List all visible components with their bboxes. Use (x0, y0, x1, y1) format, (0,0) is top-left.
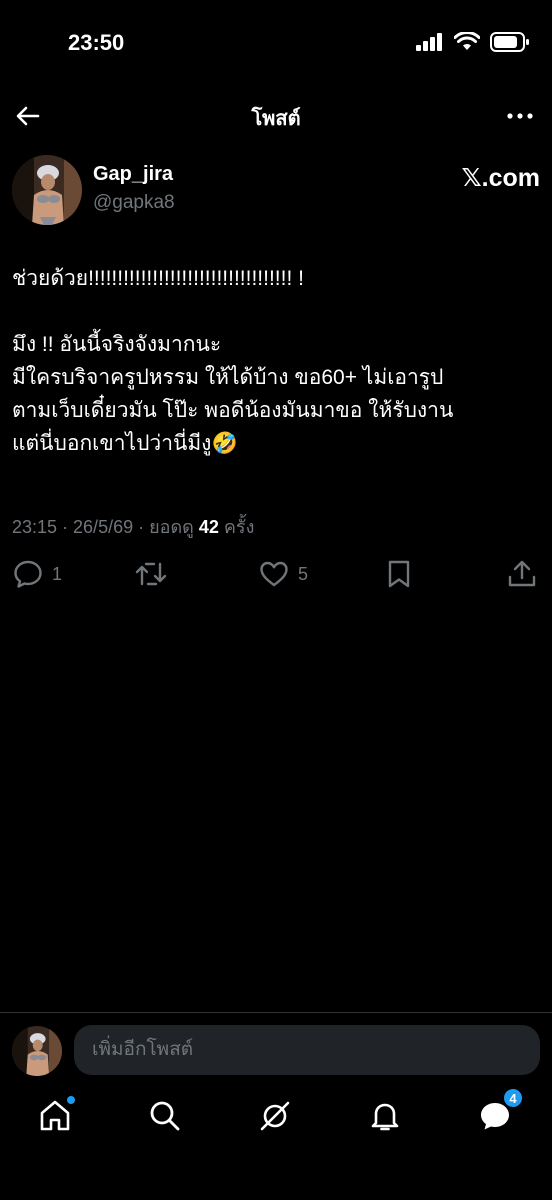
heart-icon (260, 561, 288, 587)
tab-notifications[interactable] (367, 1098, 403, 1134)
like-button[interactable]: 5 (258, 558, 308, 590)
divider (0, 1012, 552, 1013)
reply-icon (14, 560, 42, 588)
more-horizontal-icon (507, 113, 533, 119)
home-notification-dot (67, 1096, 75, 1104)
bookmark-button[interactable] (383, 558, 415, 590)
repost-icon (135, 562, 167, 586)
tab-home[interactable] (37, 1096, 75, 1134)
composer-avatar-image (12, 1026, 62, 1076)
bottom-tab-bar: 4 (0, 1088, 552, 1150)
home-icon (40, 1100, 70, 1131)
post-text: ช่วยด้วย!!!!!!!!!!!!!!!!!!!!!!!!!!!!!!!!… (12, 267, 454, 455)
x-com-watermark: 𝕏.com (461, 164, 541, 192)
author-handle[interactable]: @gapka8 (93, 192, 175, 214)
cellular-signal-icon (416, 33, 442, 51)
avatar-image (12, 155, 82, 225)
tab-search[interactable] (147, 1098, 183, 1134)
post-meta: 23:15 · 26/5/69 · ยอดดู 42 ครั้ง (12, 512, 254, 541)
tab-grok[interactable] (257, 1098, 293, 1134)
status-icons (416, 32, 530, 52)
like-count: 5 (298, 563, 309, 584)
avatar[interactable] (12, 155, 82, 225)
nav-bar: โพสต์ (0, 92, 552, 138)
composer-avatar[interactable] (12, 1026, 62, 1076)
battery-icon (490, 32, 529, 52)
more-options-button[interactable] (506, 102, 534, 130)
post-actions: 1 5 (0, 558, 552, 598)
post-author: Gap_jira @gapka8 𝕏.com (12, 155, 540, 227)
repost-button[interactable] (134, 558, 168, 590)
reply-composer (12, 1024, 540, 1078)
view-count-suffix: ครั้ง (218, 517, 255, 537)
view-count[interactable]: 42 (199, 517, 219, 537)
status-bar: 23:50 (0, 0, 552, 90)
wifi-icon (454, 32, 480, 50)
share-button[interactable] (506, 558, 538, 590)
post-timestamp: 23:15 · 26/5/69 · ยอดดู (12, 517, 199, 537)
author-name[interactable]: Gap_jira (93, 163, 173, 186)
bookmark-icon (388, 560, 410, 588)
reply-count: 1 (52, 563, 63, 584)
search-icon (150, 1101, 180, 1131)
reply-button[interactable]: 1 (12, 558, 62, 590)
reply-input[interactable] (74, 1025, 540, 1075)
tab-messages[interactable]: 4 (477, 1088, 523, 1134)
messages-badge: 4 (503, 1088, 523, 1108)
share-icon (508, 560, 536, 587)
grok-icon (260, 1101, 290, 1131)
page-title: โพสต์ (251, 108, 301, 130)
status-time: 23:50 (68, 30, 125, 55)
bell-icon (371, 1103, 399, 1131)
